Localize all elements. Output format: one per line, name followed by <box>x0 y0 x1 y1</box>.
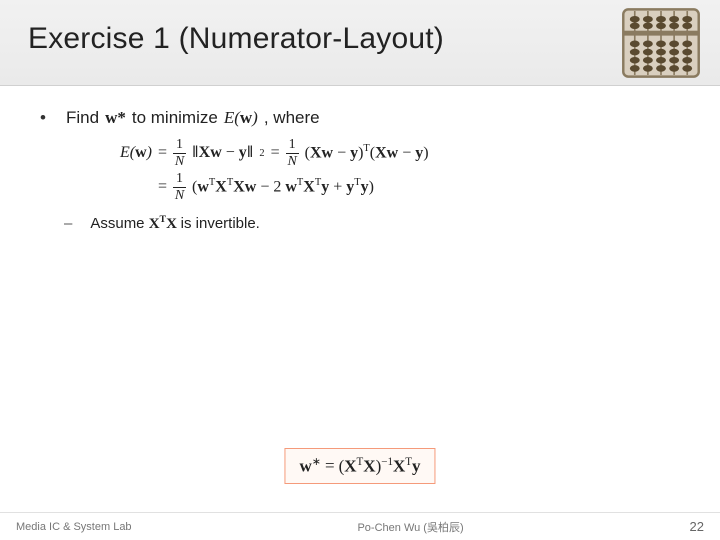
footer: Media IC & System Lab Po-Chen Wu (吳柏辰) 2… <box>0 512 720 540</box>
header-bar: Exercise 1 (Numerator-Layout) <box>0 0 720 86</box>
norm-term: Xw − y <box>192 144 253 162</box>
abacus-icon <box>620 6 702 80</box>
fraction-3: 1 N <box>173 172 186 203</box>
equation-line-2: = 1 N (wTXTXw − 2 wTXTy + yTy) <box>158 170 680 204</box>
eq-sign-3: = <box>158 178 167 196</box>
fraction-2: 1 N <box>286 138 299 169</box>
sub-dash: – <box>64 215 72 232</box>
where: , where <box>264 108 320 128</box>
answer-box: w∗ = (XTX)−1XTy <box>284 448 435 484</box>
slide: Exercise 1 (Numerator-Layout) <box>0 0 720 540</box>
answer-lhs: w∗ <box>299 455 321 477</box>
fraction-1: 1 N <box>173 138 186 169</box>
expanded-term: (wTXTXw − 2 wTXTy + yTy) <box>192 177 374 196</box>
footer-center: Po-Chen Wu (吳柏辰) <box>132 519 690 535</box>
answer-eq: = <box>325 456 335 476</box>
equation-block: E(w) = 1 N Xw − y 2 = 1 N (Xw − y)T(Xw − … <box>120 136 680 204</box>
e-of-w: E(w) <box>224 108 258 128</box>
equation-line-1: E(w) = 1 N Xw − y 2 = 1 N (Xw − y)T(Xw − … <box>120 136 680 170</box>
paren-term: (Xw − y)T(Xw − y) <box>305 143 429 162</box>
slide-title: Exercise 1 (Numerator-Layout) <box>28 22 444 56</box>
find-line: Find w* to minimize E(w) , where <box>66 108 320 128</box>
find-text: Find <box>66 108 99 128</box>
w-star: w* <box>105 108 126 128</box>
assume-text: Assume XTX is invertible. <box>90 214 260 233</box>
footer-left: Media IC & System Lab <box>16 521 132 533</box>
squared: 2 <box>259 148 264 159</box>
slide-body: • Find w* to minimize E(w) , where E(w) … <box>0 86 720 504</box>
eq-lhs: E(w) <box>120 144 152 162</box>
eq-sign-2: = <box>271 144 280 162</box>
bullet-dot: • <box>40 108 46 128</box>
answer-rhs: (XTX)−1XTy <box>339 456 421 477</box>
bullet-main: • Find w* to minimize E(w) , where <box>40 108 680 128</box>
to-minimize: to minimize <box>132 108 218 128</box>
page-number: 22 <box>690 519 704 534</box>
assume-row: – Assume XTX is invertible. <box>64 214 680 233</box>
eq-sign: = <box>158 144 167 162</box>
